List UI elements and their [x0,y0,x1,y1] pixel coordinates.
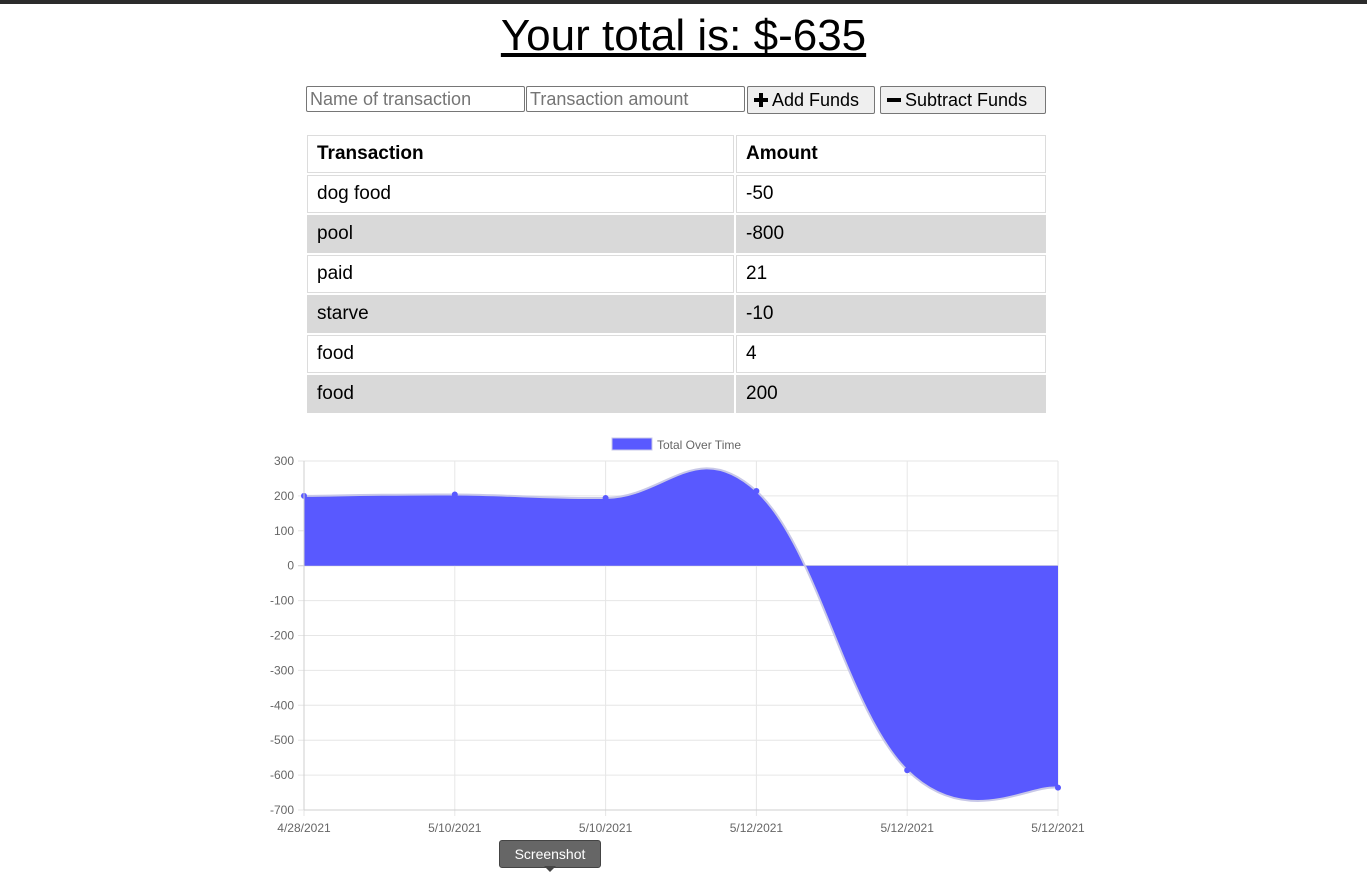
column-header-transaction: Transaction [307,135,734,173]
x-tick-label: 5/10/2021 [579,821,633,835]
transaction-amount-cell: 200 [736,375,1046,413]
transaction-name-input[interactable] [306,86,525,112]
column-header-amount: Amount [736,135,1046,173]
table-row: pool -800 [307,215,1046,253]
x-tick-label: 5/12/2021 [730,821,784,835]
transaction-amount-cell: 21 [736,255,1046,293]
table-row: food 200 [307,375,1046,413]
y-tick-label: -400 [270,698,294,712]
data-point [1055,784,1061,791]
data-point [451,491,458,498]
y-tick-label: -200 [270,629,294,643]
subtract-funds-button[interactable]: Subtract Funds [880,86,1046,114]
x-tick-label: 5/12/2021 [1031,821,1085,835]
data-point [904,767,911,774]
screenshot-tooltip: Screenshot [499,840,601,868]
y-tick-label: -600 [270,768,294,782]
minus-icon [887,93,901,107]
add-funds-button[interactable]: Add Funds [747,86,875,114]
plus-icon [754,93,768,107]
y-tick-label: -700 [270,803,294,817]
total-over-time-chart[interactable]: 300 200 100 0 -100 -200 -300 -400 -500 -600 -700 4/… [250,432,1110,842]
transaction-name-cell: pool [307,215,734,253]
y-tick-label: -300 [270,663,294,677]
table-row: starve -10 [307,295,1046,333]
transaction-amount-cell: -50 [736,175,1046,213]
table-row: food 4 [307,335,1046,373]
subtract-funds-label: Subtract Funds [905,89,1028,110]
data-point [602,494,609,501]
y-tick-label: -100 [270,594,294,608]
transaction-name-cell: dog food [307,175,734,213]
table-header-row: Transaction Amount [307,135,1046,173]
transaction-amount-cell: 4 [736,335,1046,373]
tooltip-arrow [544,866,556,872]
add-funds-label: Add Funds [772,89,860,110]
legend-swatch [611,437,653,451]
legend-label: Total Over Time [657,438,741,452]
transaction-name-cell: starve [307,295,734,333]
table-row: dog food -50 [307,175,1046,213]
x-tick-label: 5/12/2021 [881,821,935,835]
y-tick-label: 0 [287,559,294,573]
window-top-border [0,0,1367,4]
transaction-name-cell: paid [307,255,734,293]
transaction-amount-input[interactable] [526,86,745,112]
transaction-name-cell: food [307,375,734,413]
transaction-amount-cell: -10 [736,295,1046,333]
total-heading: Your total is: $-635 [500,11,867,60]
x-tick-label: 4/28/2021 [277,821,331,835]
x-tick-label: 5/10/2021 [428,821,482,835]
transactions-table: Transaction Amount dog food -50 pool -80… [305,133,1048,415]
table-row: paid 21 [307,255,1046,293]
y-tick-label: 200 [274,489,294,503]
transaction-amount-cell: -800 [736,215,1046,253]
y-tick-label: 100 [274,524,294,538]
data-point [753,488,760,495]
y-tick-label: 300 [274,454,294,468]
series-area-fill [304,468,1058,801]
transaction-name-cell: food [307,335,734,373]
y-tick-label: -500 [270,733,294,747]
